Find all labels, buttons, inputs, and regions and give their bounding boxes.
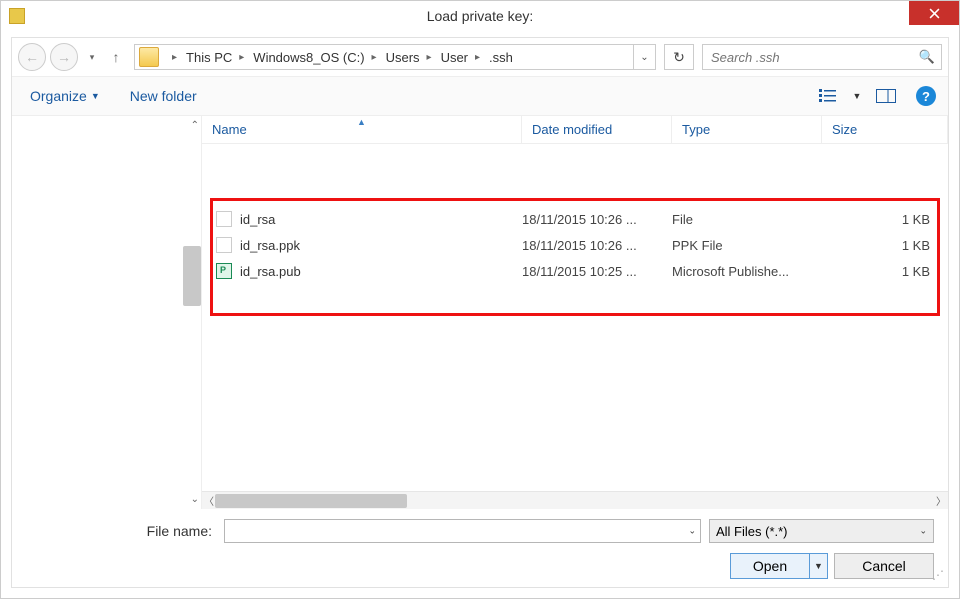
breadcrumb-users[interactable]: Users▸	[384, 45, 439, 69]
column-date[interactable]: Date modified	[522, 116, 672, 143]
breadcrumb-drive[interactable]: Windows8_OS (C:)▸	[251, 45, 383, 69]
recent-dropdown[interactable]: ▾	[82, 43, 102, 71]
dialog-content: ← → ▾ ↑ ▸ This PC▸ Windows8_OS (C:)▸ Use…	[11, 37, 949, 588]
chevron-down-icon: ▼	[91, 91, 100, 101]
file-name: id_rsa	[240, 212, 522, 227]
refresh-button[interactable]: ↻	[664, 44, 694, 70]
folder-icon	[139, 47, 159, 67]
navigation-pane[interactable]: ⌃ ⌄	[12, 116, 202, 509]
title-bar: Load private key:	[1, 1, 959, 31]
scroll-up-icon[interactable]: ⌃	[191, 120, 199, 131]
file-size: 1 KB	[822, 264, 948, 279]
address-bar[interactable]: ▸ This PC▸ Windows8_OS (C:)▸ Users▸ User…	[134, 44, 656, 70]
filename-label: File name:	[26, 523, 216, 539]
horizontal-scroll-thumb[interactable]	[215, 494, 407, 508]
address-dropdown[interactable]: ⌄	[633, 45, 655, 69]
chevron-right-icon: ▸	[165, 52, 182, 63]
open-button[interactable]: Open	[730, 553, 810, 579]
chevron-right-icon: ▸	[468, 52, 485, 63]
preview-pane-button[interactable]	[872, 84, 900, 108]
file-date: 18/11/2015 10:25 ...	[522, 264, 672, 279]
chevron-right-icon: ▸	[232, 52, 249, 63]
view-mode-dropdown[interactable]: ▼	[848, 84, 866, 108]
scroll-right-icon[interactable]: 〉	[936, 493, 946, 508]
column-name[interactable]: Name▲	[202, 116, 522, 143]
open-button-dropdown[interactable]: ▼	[810, 553, 828, 579]
breadcrumb-ssh[interactable]: .ssh	[487, 45, 515, 69]
open-button-group: Open ▼	[730, 553, 828, 579]
app-icon	[9, 8, 25, 24]
resize-grip[interactable]: ⋰	[932, 572, 944, 584]
file-type-filter[interactable]: All Files (*.*) ⌄	[709, 519, 934, 543]
search-icon[interactable]: 🔍	[919, 49, 935, 65]
forward-button[interactable]: →	[50, 43, 78, 71]
search-input[interactable]	[703, 50, 941, 65]
breadcrumb-this-pc[interactable]: This PC▸	[184, 45, 251, 69]
file-list: id_rsa 18/11/2015 10:26 ... File 1 KB id…	[202, 144, 948, 491]
sort-asc-icon: ▲	[357, 117, 366, 127]
navigation-row: ← → ▾ ↑ ▸ This PC▸ Windows8_OS (C:)▸ Use…	[12, 38, 948, 72]
file-type: File	[672, 212, 822, 227]
help-button[interactable]: ?	[916, 86, 936, 106]
file-dialog-window: Load private key: ← → ▾ ↑ ▸ This PC▸ Win…	[0, 0, 960, 599]
organize-button[interactable]: Organize▼	[24, 86, 106, 106]
window-title: Load private key:	[427, 8, 534, 24]
horizontal-scrollbar[interactable]: 〈 〉	[202, 491, 948, 509]
up-button[interactable]: ↑	[106, 43, 126, 71]
chevron-right-icon: ▸	[420, 52, 437, 63]
file-icon	[216, 237, 232, 253]
file-row[interactable]: id_rsa 18/11/2015 10:26 ... File 1 KB	[202, 206, 948, 232]
toolbar: Organize▼ New folder ▼ ?	[12, 76, 948, 116]
button-row: Open ▼ Cancel	[26, 553, 934, 579]
file-size: 1 KB	[822, 238, 948, 253]
chevron-down-icon[interactable]: ⌄	[688, 526, 696, 537]
main-area: ⌃ ⌄ Name▲ Date modified Type Size id_rsa	[12, 116, 948, 509]
breadcrumb-user[interactable]: User▸	[439, 45, 487, 69]
chevron-right-icon: ▸	[365, 52, 382, 63]
file-row[interactable]: id_rsa.ppk 18/11/2015 10:26 ... PPK File…	[202, 232, 948, 258]
chevron-down-icon: ⌄	[919, 526, 927, 537]
back-button[interactable]: ←	[18, 43, 46, 71]
view-mode-button[interactable]	[814, 84, 842, 108]
file-row[interactable]: id_rsa.pub 18/11/2015 10:25 ... Microsof…	[202, 258, 948, 284]
column-size[interactable]: Size	[822, 116, 948, 143]
scroll-left-icon[interactable]: 〈	[204, 493, 214, 508]
scroll-down-icon[interactable]: ⌄	[191, 494, 199, 505]
column-headers: Name▲ Date modified Type Size	[202, 116, 948, 144]
file-name: id_rsa.ppk	[240, 238, 522, 253]
file-type: PPK File	[672, 238, 822, 253]
close-button[interactable]	[909, 1, 959, 25]
new-folder-button[interactable]: New folder	[124, 86, 203, 106]
column-type[interactable]: Type	[672, 116, 822, 143]
file-list-area: Name▲ Date modified Type Size id_rsa 18/…	[202, 116, 948, 509]
file-date: 18/11/2015 10:26 ...	[522, 238, 672, 253]
file-date: 18/11/2015 10:26 ...	[522, 212, 672, 227]
file-type: Microsoft Publishe...	[672, 264, 822, 279]
search-box[interactable]: 🔍	[702, 44, 942, 70]
view-controls: ▼ ?	[814, 84, 936, 108]
filename-row: File name: ⌄ All Files (*.*) ⌄	[26, 519, 934, 543]
breadcrumb-sep: ▸	[163, 45, 184, 69]
filter-label: All Files (*.*)	[716, 524, 788, 539]
cancel-button[interactable]: Cancel	[834, 553, 934, 579]
publisher-file-icon	[216, 263, 232, 279]
vertical-scroll-thumb[interactable]	[183, 246, 201, 306]
file-name: id_rsa.pub	[240, 264, 522, 279]
file-icon	[216, 211, 232, 227]
filename-input[interactable]: ⌄	[224, 519, 701, 543]
file-size: 1 KB	[822, 212, 948, 227]
bottom-bar: File name: ⌄ All Files (*.*) ⌄ Open ▼ Ca…	[12, 509, 948, 587]
